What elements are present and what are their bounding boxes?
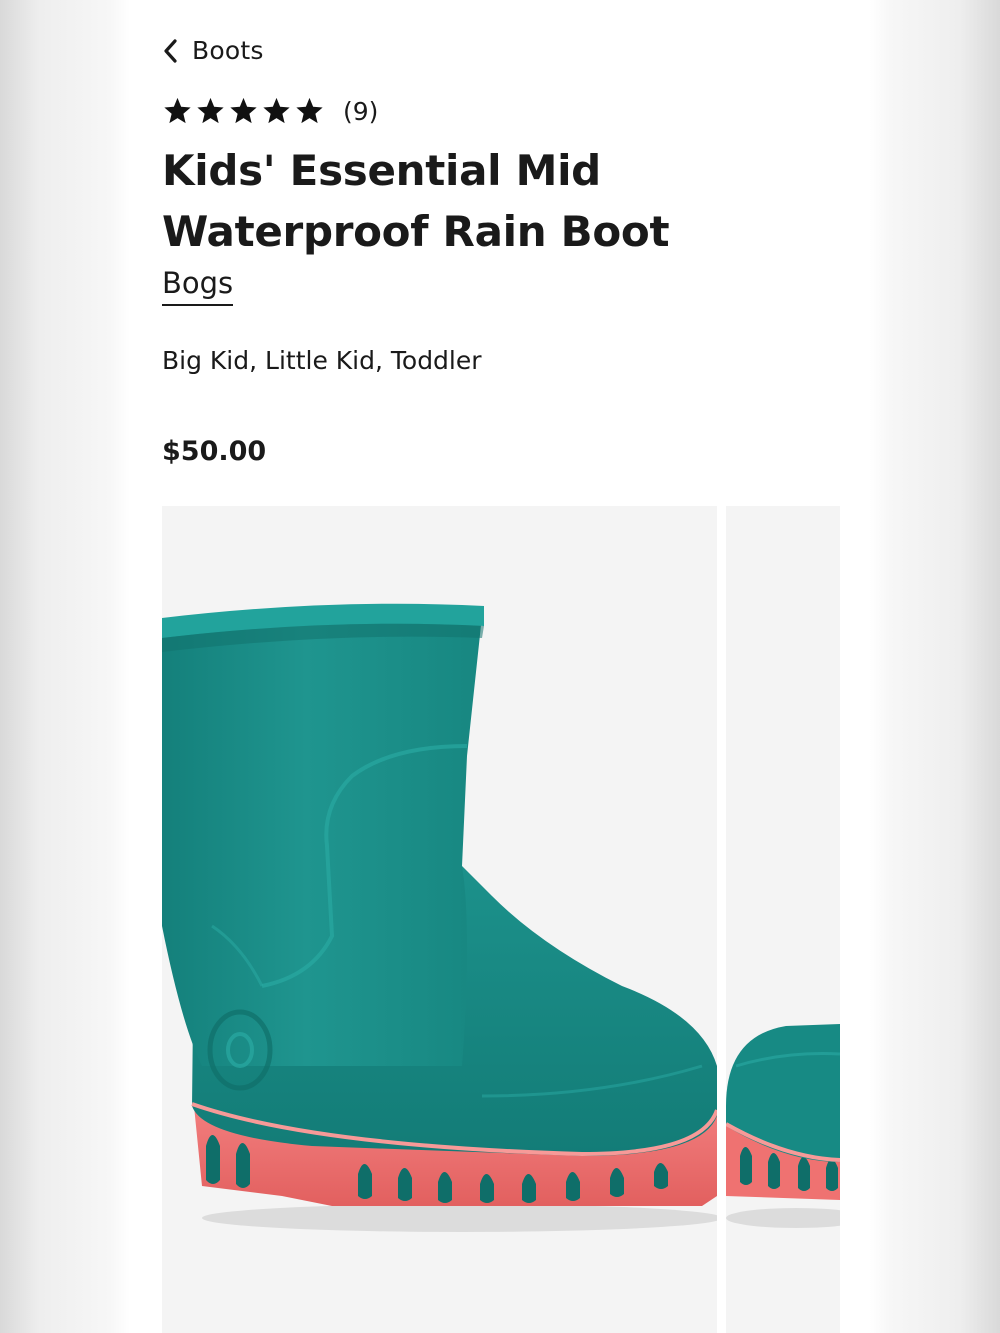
- star-rating: [162, 96, 325, 126]
- star-icon: [294, 96, 325, 126]
- chevron-left-icon: [162, 38, 178, 64]
- product-image-main[interactable]: [162, 506, 717, 1333]
- star-icon: [195, 96, 226, 126]
- brand-link[interactable]: Bogs: [162, 264, 234, 306]
- star-icon: [228, 96, 259, 126]
- size-range-text: Big Kid, Little Kid, Toddler: [162, 346, 482, 375]
- star-icon: [261, 96, 292, 126]
- back-link-label: Boots: [192, 36, 264, 65]
- product-price: $50.00: [162, 436, 267, 467]
- back-to-category-link[interactable]: Boots: [162, 36, 264, 65]
- product-title: Kids' Essential Mid Waterproof Rain Boot: [162, 146, 670, 256]
- rain-boot-image: [726, 1024, 840, 1228]
- product-page: Boots (9) Kids' Essential Mid Waterproof…: [130, 0, 870, 1333]
- rain-boot-image: [162, 603, 717, 1232]
- review-count: (9): [343, 96, 379, 126]
- product-rating[interactable]: (9): [162, 96, 378, 126]
- star-icon: [162, 96, 193, 126]
- product-image-carousel[interactable]: [162, 506, 840, 1333]
- product-image-next[interactable]: [726, 506, 840, 1333]
